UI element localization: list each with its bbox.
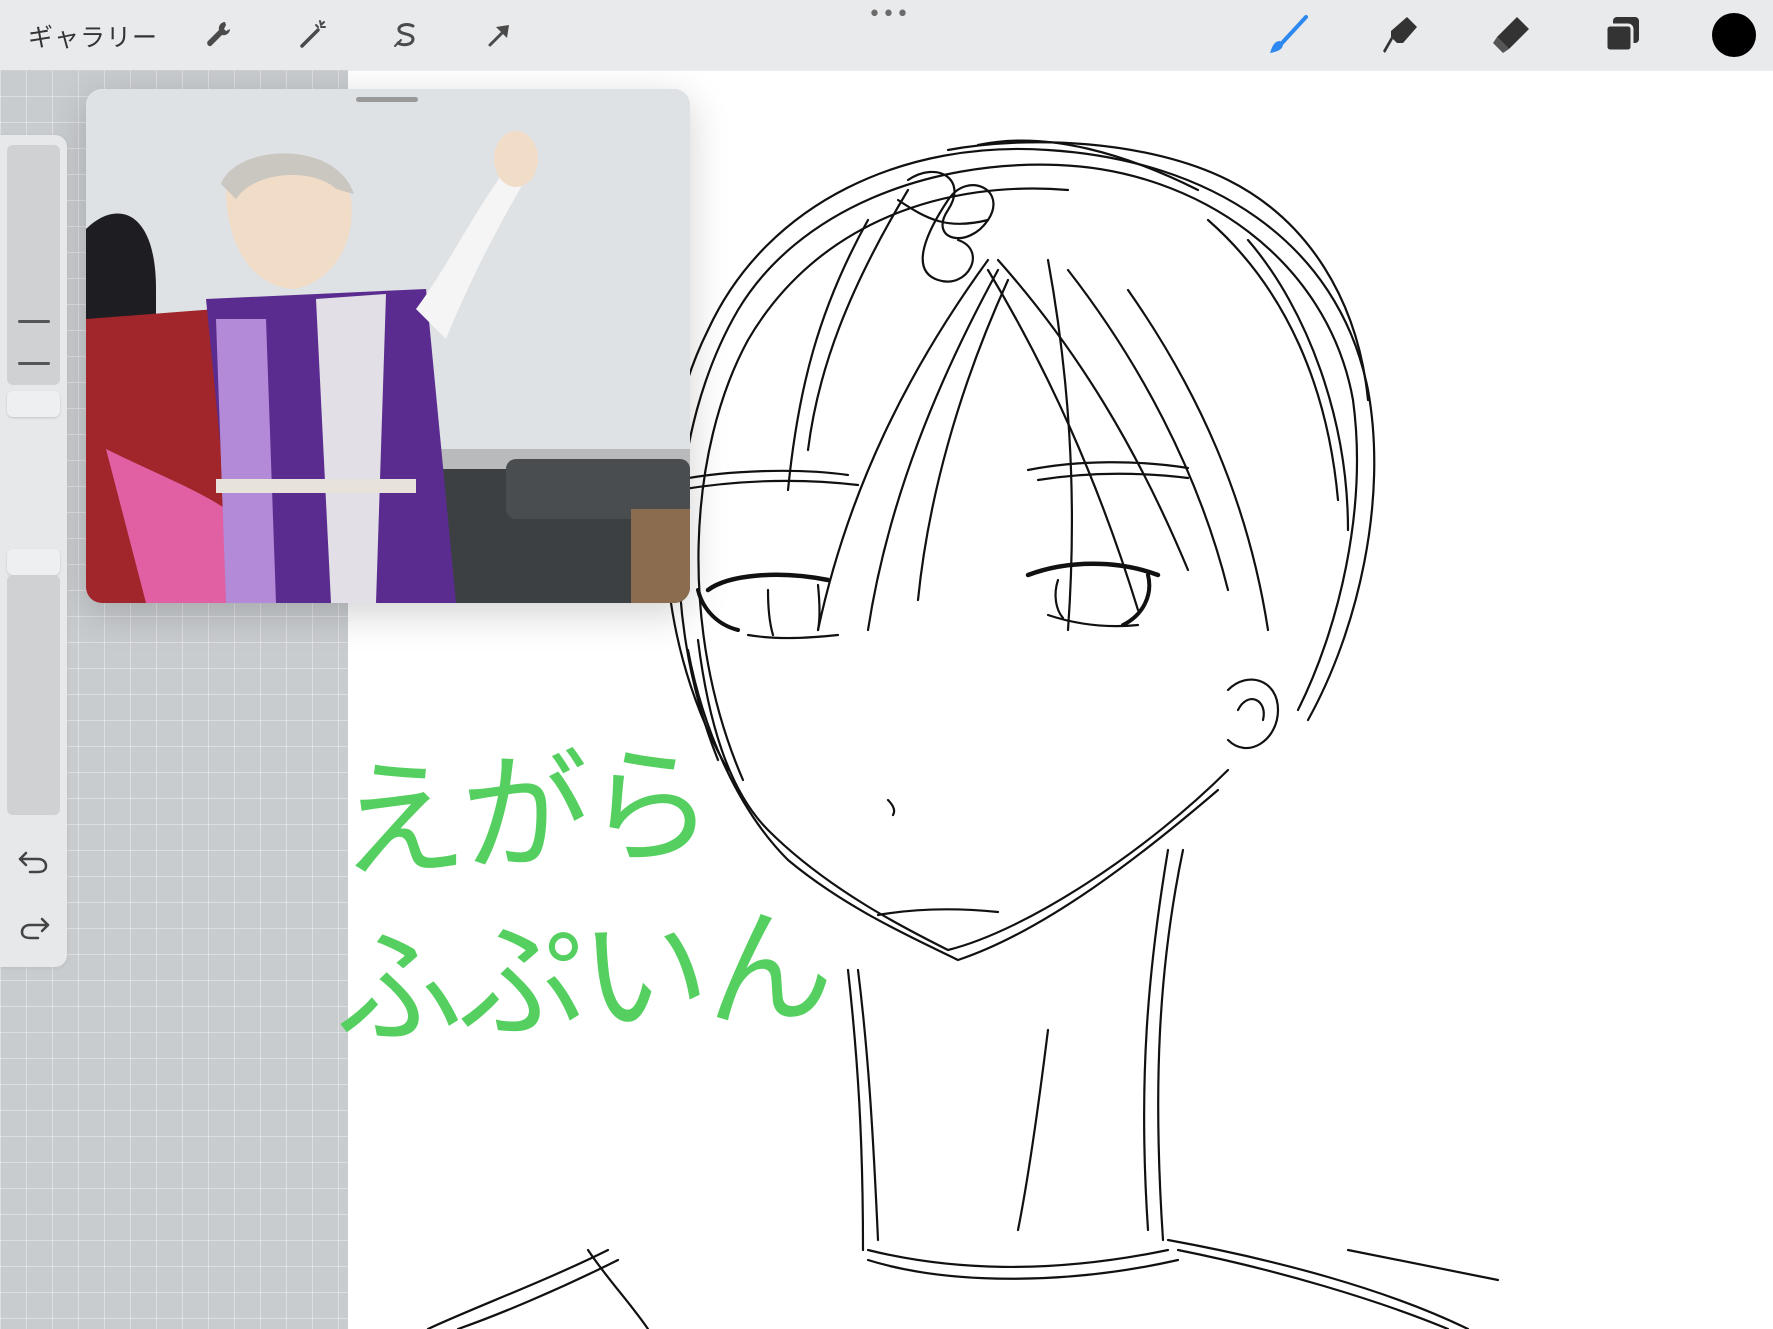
selection-s-icon [394, 23, 415, 47]
magic-wand-icon [300, 20, 326, 48]
slider-tick [18, 362, 50, 365]
smudge-icon [1383, 17, 1417, 53]
selection-button[interactable] [383, 12, 429, 58]
left-sidebar [0, 135, 67, 967]
reference-photo [86, 89, 690, 603]
handwriting-line-1: えがら [334, 730, 714, 899]
redo-icon[interactable] [16, 911, 52, 941]
transform-arrow-icon [488, 25, 509, 47]
slider-tick [18, 320, 50, 323]
more-options-handle[interactable]: ••• [868, 4, 910, 26]
reference-drag-handle[interactable] [356, 97, 418, 102]
color-button[interactable] [1711, 12, 1757, 58]
wrench-icon [207, 22, 230, 47]
smudge-button[interactable] [1376, 12, 1422, 58]
actions-button[interactable] [197, 12, 243, 58]
reference-window[interactable] [86, 89, 690, 603]
brush-icon [1270, 15, 1308, 53]
paint-button[interactable] [1265, 12, 1311, 58]
brush-size-slider[interactable] [7, 145, 60, 385]
layers-button[interactable] [1600, 12, 1646, 58]
handwriting-line-2: ふぷいん [329, 892, 833, 1067]
undo-icon[interactable] [16, 845, 52, 875]
opacity-slider[interactable] [7, 575, 60, 815]
brush-size-thumb[interactable] [7, 391, 60, 417]
opacity-thumb[interactable] [7, 549, 60, 575]
erase-button[interactable] [1488, 12, 1534, 58]
top-toolbar: ギャラリー ••• [0, 0, 1773, 70]
layers-icon [1604, 17, 1639, 53]
transform-button[interactable] [476, 12, 522, 58]
color-swatch [1712, 13, 1756, 57]
gallery-button[interactable]: ギャラリー [28, 18, 158, 54]
eraser-icon [1493, 17, 1529, 53]
adjustments-button[interactable] [290, 12, 336, 58]
